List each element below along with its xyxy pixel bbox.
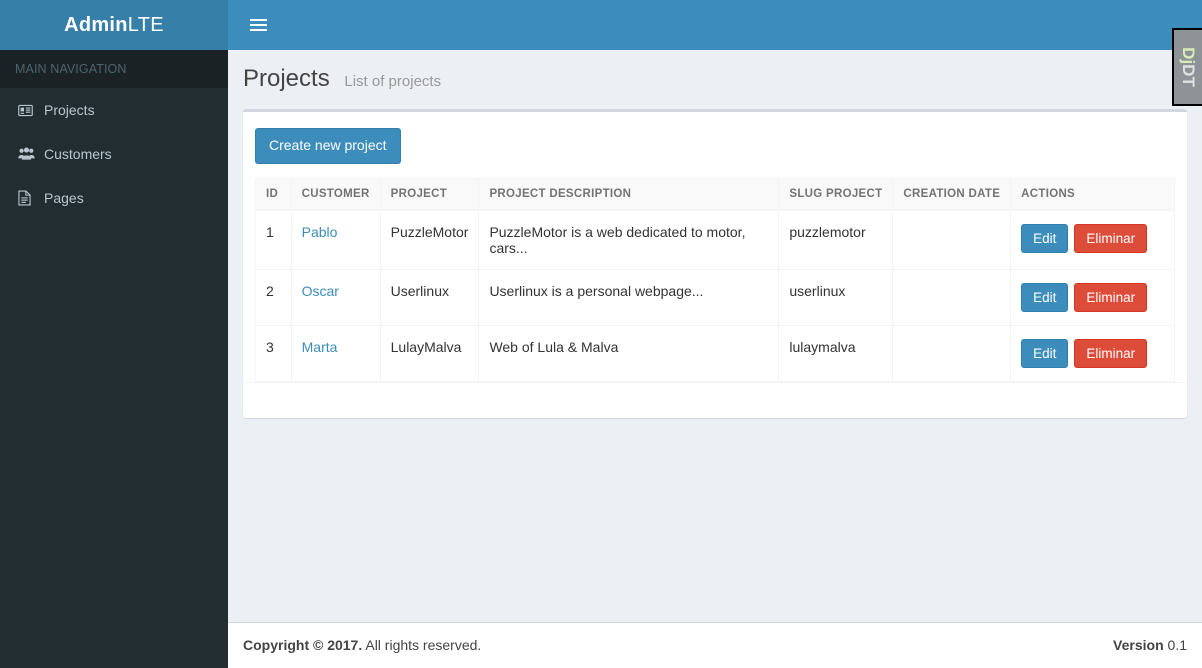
column-header-customer: CUSTOMER [290, 177, 381, 211]
sidebar: MAIN NAVIGATION Projects Customers Pages [0, 50, 228, 668]
sidebar-toggle-button[interactable] [238, 0, 278, 50]
cell-id: 1 [255, 209, 292, 270]
table-row: 3 Marta LulayMalva Web of Lula & Malva l… [255, 324, 1175, 382]
content-section: Create new project ID CUSTOMER PROJECT P… [228, 94, 1202, 433]
cell-description: Userlinux is a personal webpage... [478, 268, 780, 326]
djdt-label: DjDT [1178, 47, 1198, 87]
brand-logo-bold: Admin [64, 13, 128, 36]
create-new-project-button[interactable]: Create new project [255, 127, 401, 164]
id-card-icon [18, 103, 44, 118]
table-row: 1 Pablo PuzzleMotor PuzzleMotor is a web… [255, 209, 1175, 270]
top-navbar [228, 0, 1202, 50]
projects-table-head: ID CUSTOMER PROJECT PROJECT DESCRIPTION … [255, 177, 1175, 211]
edit-button[interactable]: Edit [1021, 338, 1069, 368]
sidebar-item-label: Pages [44, 190, 84, 206]
table-header-row: ID CUSTOMER PROJECT PROJECT DESCRIPTION … [255, 177, 1175, 211]
footer-version-label: Version [1113, 637, 1164, 653]
cell-description: Web of Lula & Malva [478, 324, 780, 382]
hamburger-icon [249, 16, 267, 34]
cell-customer: Pablo [290, 209, 381, 270]
cell-slug: lulaymalva [778, 324, 894, 382]
table-row: 2 Oscar Userlinux Userlinux is a persona… [255, 268, 1175, 326]
sidebar-item-label: Projects [44, 102, 95, 118]
sidebar-item-customers[interactable]: Customers [0, 132, 228, 176]
delete-button[interactable]: Eliminar [1074, 282, 1148, 312]
brand-logo-light: LTE [127, 13, 164, 36]
cell-slug: puzzlemotor [778, 209, 894, 270]
cell-project: LulayMalva [379, 324, 480, 382]
sidebar-section-header: MAIN NAVIGATION [0, 50, 228, 88]
column-header-slug: SLUG PROJECT [778, 177, 894, 211]
column-header-id: ID [255, 177, 292, 211]
cell-creation-date [892, 324, 1012, 382]
brand-logo[interactable]: Admin LTE [0, 0, 228, 50]
edit-button[interactable]: Edit [1021, 223, 1069, 253]
page-title: Projects List of projects [243, 65, 1187, 94]
djdt-label-dj: Dj [1179, 47, 1199, 65]
footer-copyright-bold: Copyright © 2017. [243, 637, 363, 653]
sidebar-item-pages[interactable]: Pages [0, 176, 228, 220]
column-header-description: PROJECT DESCRIPTION [478, 177, 780, 211]
cell-id: 2 [255, 268, 292, 326]
content-wrapper: Projects List of projects Create new pro… [228, 50, 1202, 622]
cell-description: PuzzleMotor is a web dedicated to motor,… [478, 209, 780, 270]
projects-box: Create new project ID CUSTOMER PROJECT P… [243, 108, 1187, 418]
djdt-label-dt: DT [1179, 64, 1199, 87]
footer-version: Version 0.1 [1113, 637, 1187, 653]
customer-link[interactable]: Marta [302, 339, 338, 355]
cell-customer: Marta [290, 324, 381, 382]
page-title-text: Projects [243, 65, 330, 92]
users-icon [18, 147, 44, 161]
delete-button[interactable]: Eliminar [1074, 338, 1148, 368]
toolbar-row: Create new project [255, 122, 1175, 178]
delete-button[interactable]: Eliminar [1074, 223, 1148, 253]
sidebar-item-projects[interactable]: Projects [0, 88, 228, 132]
projects-table: ID CUSTOMER PROJECT PROJECT DESCRIPTION … [255, 177, 1175, 382]
projects-box-footer [243, 381, 1187, 418]
customer-link[interactable]: Pablo [302, 224, 338, 240]
projects-table-body: 1 Pablo PuzzleMotor PuzzleMotor is a web… [255, 209, 1175, 382]
column-header-project: PROJECT [379, 177, 480, 211]
cell-project: PuzzleMotor [379, 209, 480, 270]
cell-customer: Oscar [290, 268, 381, 326]
cell-actions: Edit Eliminar [1010, 324, 1175, 382]
column-header-creation-date: CREATION DATE [892, 177, 1012, 211]
file-icon [18, 190, 44, 206]
sidebar-item-label: Customers [44, 146, 112, 162]
main-footer: Version 0.1 Copyright © 2017. All rights… [228, 622, 1202, 668]
django-debug-toolbar-handle[interactable]: DjDT [1172, 28, 1202, 106]
app-root: Admin LTE MAIN NAVIGATION Projects Custo… [0, 0, 1202, 668]
projects-box-body: Create new project ID CUSTOMER PROJECT P… [243, 112, 1187, 382]
cell-creation-date [892, 268, 1012, 326]
customer-link[interactable]: Oscar [302, 283, 339, 299]
footer-version-value: 0.1 [1163, 637, 1187, 653]
cell-slug: userlinux [778, 268, 894, 326]
footer-copyright-rest: All rights reserved. [362, 637, 482, 653]
cell-creation-date [892, 209, 1012, 270]
column-header-actions: ACTIONS [1010, 177, 1175, 211]
cell-project: Userlinux [379, 268, 480, 326]
edit-button[interactable]: Edit [1021, 282, 1069, 312]
cell-actions: Edit Eliminar [1010, 209, 1175, 270]
cell-actions: Edit Eliminar [1010, 268, 1175, 326]
page-subtitle: List of projects [344, 73, 442, 90]
content-header: Projects List of projects [228, 50, 1202, 94]
cell-id: 3 [255, 324, 292, 382]
